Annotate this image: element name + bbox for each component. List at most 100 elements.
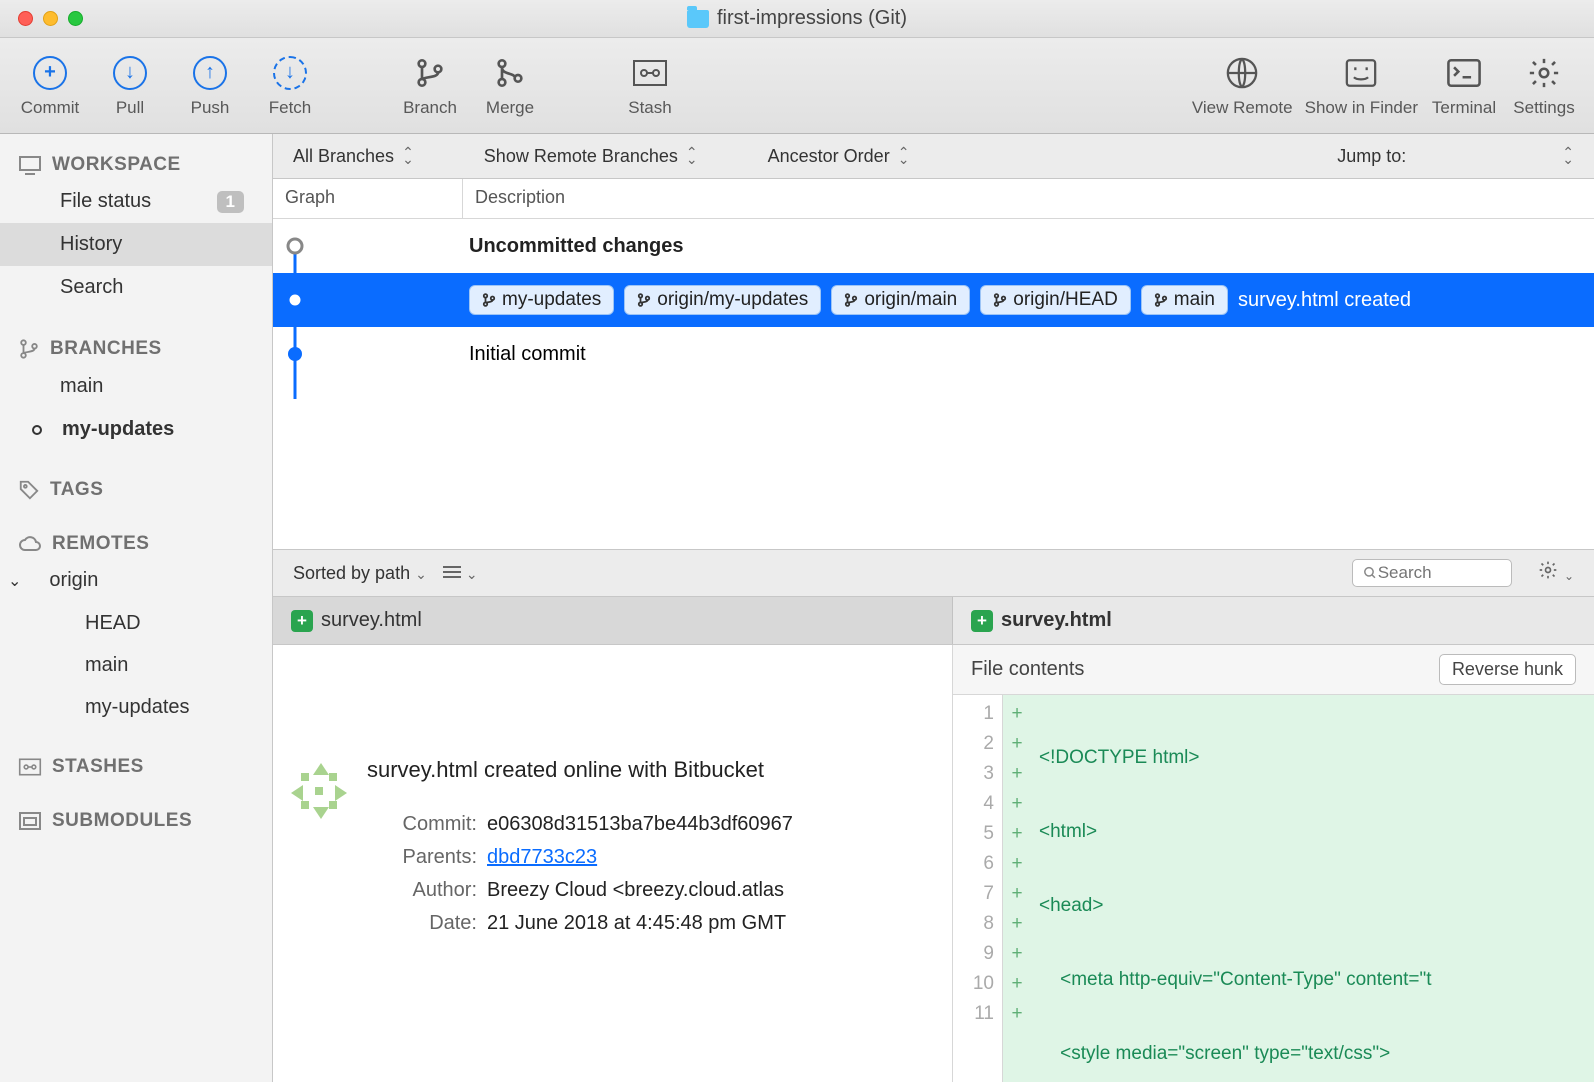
uncommitted-changes-row[interactable]: Uncommitted changes — [273, 219, 1594, 273]
column-headers: Graph Description — [273, 179, 1594, 219]
terminal-icon — [1445, 54, 1483, 92]
title-text: first-impressions (Git) — [717, 7, 907, 30]
merge-button[interactable]: Merge — [476, 54, 544, 118]
all-branches-filter[interactable]: All Branches ⌃⌄ — [293, 146, 414, 167]
file-status-badge: 1 — [217, 191, 244, 213]
branch-tag[interactable]: origin/main — [831, 285, 970, 315]
search-input-wrapper[interactable] — [1352, 559, 1512, 587]
code-lines: <!DOCTYPE html> <html> <head> <meta http… — [1031, 695, 1594, 1082]
ancestor-order-filter[interactable]: Ancestor Order ⌃⌄ — [768, 146, 910, 167]
main-area: All Branches ⌃⌄ Show Remote Branches ⌃⌄ … — [273, 134, 1594, 1082]
line-number-gutter: 1 2 3 4 5 6 7 8 9 10 11 — [953, 695, 1003, 1082]
label-parents: Parents: — [367, 846, 487, 869]
file-contents-pane: File contents Reverse hunk 1 2 3 4 5 6 7… — [953, 645, 1594, 1082]
chevron-down-icon: ⌄ — [466, 566, 478, 582]
terminal-button[interactable]: Terminal — [1430, 54, 1498, 118]
stash-icon — [18, 758, 42, 776]
commit-button[interactable]: + Commit — [16, 54, 84, 118]
search-input[interactable] — [1378, 563, 1502, 583]
sidebar-remote-origin[interactable]: ⌄ origin — [0, 559, 272, 602]
remotes-header: REMOTES — [0, 529, 272, 559]
sidebar-item-history[interactable]: History — [0, 223, 272, 266]
settings-button[interactable]: Settings — [1510, 54, 1578, 118]
commit-message: Initial commit — [469, 343, 586, 366]
commit-row[interactable]: Initial commit — [273, 327, 1594, 381]
submodule-icon — [18, 811, 42, 831]
arrow-down-dashed-icon: ↓ — [273, 56, 307, 90]
sidebar-remote-head[interactable]: HEAD — [0, 602, 272, 644]
pull-button[interactable]: ↓ Pull — [96, 54, 164, 118]
view-remote-button[interactable]: View Remote — [1192, 54, 1293, 118]
value-commit-hash: e06308d31513ba7be44b3df60967 — [487, 813, 934, 836]
sidebar-branch-my-updates[interactable]: my-updates — [0, 408, 272, 451]
commit-title: survey.html created online with Bitbucke… — [367, 757, 934, 783]
label-commit: Commit: — [367, 813, 487, 836]
branch-glyph-icon — [482, 292, 496, 308]
value-date: 21 June 2018 at 4:45:48 pm GMT — [487, 912, 934, 935]
cloud-icon — [18, 535, 42, 553]
file-tab-left[interactable]: + survey.html — [273, 597, 953, 644]
branch-tag[interactable]: origin/HEAD — [980, 285, 1131, 315]
sort-order-button[interactable]: Sorted by path ⌄ — [293, 563, 427, 584]
fetch-button[interactable]: ↓ Fetch — [256, 54, 324, 118]
sidebar-remote-my-updates[interactable]: my-updates — [0, 686, 272, 728]
chevron-down-icon: ⌄ — [8, 571, 21, 591]
arrow-down-circle-icon: ↓ — [113, 56, 147, 90]
show-in-finder-button[interactable]: Show in Finder — [1305, 54, 1418, 118]
branch-glyph-icon — [1154, 292, 1168, 308]
branch-tag[interactable]: my-updates — [469, 285, 614, 315]
sidebar-branch-main[interactable]: main — [0, 365, 272, 408]
label-date: Date: — [367, 912, 487, 935]
sidebar-remote-main[interactable]: main — [0, 644, 272, 686]
filter-bar: All Branches ⌃⌄ Show Remote Branches ⌃⌄ … — [273, 134, 1594, 179]
main-toolbar: + Commit ↓ Pull ↑ Push ↓ Fetch Branch Me… — [0, 38, 1594, 134]
branch-button[interactable]: Branch — [396, 54, 464, 118]
branch-icon — [18, 337, 40, 361]
file-tab-row: + survey.html + survey.html — [273, 597, 1594, 645]
workspace-header: WORKSPACE — [0, 150, 272, 180]
zoom-icon[interactable] — [68, 11, 83, 26]
gear-icon — [1538, 560, 1558, 580]
titlebar: first-impressions (Git) — [0, 0, 1594, 38]
close-icon[interactable] — [18, 11, 33, 26]
window-controls — [0, 11, 83, 26]
commit-list: Uncommitted changes my-updates origin/my… — [273, 219, 1594, 549]
folder-icon — [687, 10, 709, 28]
file-tab-right[interactable]: + survey.html — [953, 597, 1130, 644]
chevron-updown-icon: ⌃⌄ — [402, 149, 414, 163]
jump-to-filter[interactable]: Jump to: ⌃⌄ — [1337, 146, 1574, 167]
chevron-updown-icon: ⌃⌄ — [686, 149, 698, 163]
list-icon — [443, 565, 461, 579]
label-author: Author: — [367, 879, 487, 902]
sidebar-item-file-status[interactable]: File status 1 — [0, 180, 272, 223]
stashes-header: STASHES — [0, 752, 272, 782]
added-file-icon: + — [971, 610, 993, 632]
chevron-down-icon: ⌄ — [415, 566, 427, 582]
graph-col-header[interactable]: Graph — [273, 179, 463, 218]
monitor-icon — [18, 155, 42, 175]
push-button[interactable]: ↑ Push — [176, 54, 244, 118]
finder-icon — [1342, 54, 1380, 92]
minimize-icon[interactable] — [43, 11, 58, 26]
description-col-header[interactable]: Description — [463, 179, 1594, 218]
parent-link[interactable]: dbd7733c23 — [487, 846, 597, 868]
window-title: first-impressions (Git) — [687, 7, 907, 30]
tags-header: TAGS — [0, 475, 272, 505]
stash-button[interactable]: Stash — [616, 54, 684, 118]
commit-detail-pane: survey.html created online with Bitbucke… — [273, 645, 953, 1082]
diff-code-area[interactable]: 1 2 3 4 5 6 7 8 9 10 11 +++++++++++ — [953, 695, 1594, 1082]
options-gear-button[interactable]: ⌄ — [1538, 560, 1574, 586]
sidebar-item-search[interactable]: Search — [0, 266, 272, 309]
show-remote-filter[interactable]: Show Remote Branches ⌃⌄ — [484, 146, 698, 167]
tag-icon — [18, 479, 40, 501]
reverse-hunk-button[interactable]: Reverse hunk — [1439, 654, 1576, 685]
current-branch-icon — [32, 425, 42, 435]
chevron-updown-icon: ⌃⌄ — [898, 149, 910, 163]
branch-glyph-icon — [993, 292, 1007, 308]
branch-tag[interactable]: main — [1141, 285, 1228, 315]
branch-tag[interactable]: origin/my-updates — [624, 285, 821, 315]
gear-icon — [1525, 54, 1563, 92]
branch-icon — [411, 54, 449, 92]
list-view-button[interactable]: ⌄ — [443, 563, 478, 584]
commit-row-selected[interactable]: my-updates origin/my-updates origin/main… — [273, 273, 1594, 327]
